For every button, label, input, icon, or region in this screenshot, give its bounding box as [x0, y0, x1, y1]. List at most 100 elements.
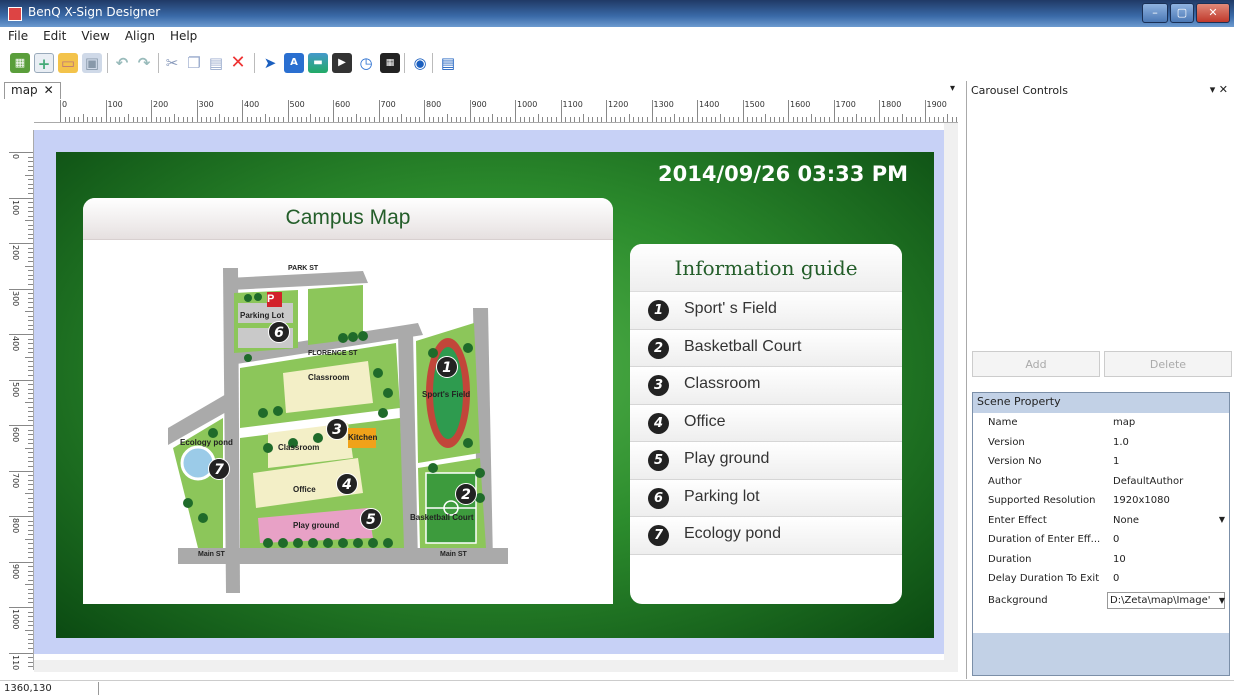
menu-view[interactable]: View: [73, 27, 116, 43]
close-button[interactable]: ✕: [1196, 3, 1230, 23]
datetime-widget[interactable]: 2014/09/26 03:33 PM: [658, 162, 908, 186]
ruler-tick: [806, 117, 808, 122]
ruler-tick: [287, 100, 289, 122]
ruler-tick: [578, 117, 580, 122]
ruler-tick: [838, 117, 840, 122]
vertical-ruler: 0 100 200 300 400 500 600 700 800 900 1000 1100: [8, 130, 34, 670]
dropdown-arrow-icon[interactable]: ▼: [1219, 515, 1225, 524]
open-folder-icon[interactable]: ▭: [58, 53, 78, 73]
ruler-tick-label: 200: [11, 245, 20, 261]
tab-list-dropdown-icon[interactable]: ▾: [950, 83, 955, 94]
minimize-button[interactable]: –: [1142, 3, 1168, 23]
cut-icon[interactable]: ✂: [162, 53, 182, 73]
qr-code-icon[interactable]: ▦: [380, 53, 400, 73]
property-row[interactable]: Version No 1: [973, 452, 1229, 472]
copy-icon[interactable]: ❐: [184, 53, 204, 73]
undo-icon[interactable]: ↶: [112, 53, 132, 73]
ruler-tick: [28, 329, 33, 331]
save-icon[interactable]: ▣: [82, 53, 102, 73]
scene-preview[interactable]: 2014/09/26 03:33 PM Campus Map P PARK ST…: [56, 152, 934, 638]
video-tool-icon[interactable]: ▶: [332, 53, 352, 73]
menu-align[interactable]: Align: [117, 27, 162, 43]
menu-edit[interactable]: Edit: [35, 27, 73, 43]
ruler-tick: [719, 114, 721, 122]
ruler-tick: [28, 388, 33, 390]
ruler-tick: [28, 347, 33, 349]
maximize-button[interactable]: ▢: [1170, 3, 1194, 23]
map-header: Campus Map: [83, 198, 613, 240]
property-value[interactable]: DefaultAuthor: [1113, 476, 1183, 487]
information-guide-panel[interactable]: Information guide 1 Sport' s Field 2 Baske…: [630, 244, 902, 604]
add-button[interactable]: Add: [972, 351, 1100, 377]
tab-close-icon[interactable]: ✕: [44, 83, 54, 97]
delete-icon[interactable]: ✕: [228, 53, 248, 73]
property-value[interactable]: None: [1113, 515, 1139, 526]
new-scene-icon[interactable]: ▦: [10, 53, 30, 73]
ruler-tick: [73, 117, 75, 122]
property-value[interactable]: 0: [1113, 534, 1119, 545]
ruler-tick: [860, 117, 862, 122]
design-canvas[interactable]: 2014/09/26 03:33 PM Campus Map P PARK ST…: [34, 130, 950, 654]
clock-tool-icon[interactable]: ◷: [356, 53, 376, 73]
redo-icon[interactable]: ↷: [134, 53, 154, 73]
property-value[interactable]: 0: [1113, 573, 1119, 584]
background-path-select[interactable]: D:\Zeta\map\Image': [1107, 591, 1225, 609]
text-tool-icon[interactable]: A: [284, 53, 304, 73]
ruler-tick: [242, 100, 243, 122]
ruler-tick: [87, 117, 89, 122]
paste-icon[interactable]: ▤: [206, 53, 226, 73]
delete-button[interactable]: Delete: [1104, 351, 1232, 377]
ruler-tick: [933, 117, 935, 122]
property-value[interactable]: 10: [1113, 554, 1126, 565]
ruler-tick: [160, 117, 162, 122]
map-panel[interactable]: Campus Map P PARK ST Parking Lot FLORENC…: [83, 198, 613, 604]
ruler-tick: [9, 516, 33, 517]
map-marker-1: 1: [436, 356, 458, 378]
ruler-tick: [301, 117, 303, 122]
menu-file[interactable]: File: [0, 27, 35, 43]
property-row[interactable]: Name map: [973, 413, 1229, 433]
menu-help[interactable]: Help: [162, 27, 204, 43]
schedule-icon[interactable]: ▤: [438, 53, 458, 73]
image-tool-icon[interactable]: ▬: [308, 53, 328, 73]
property-row[interactable]: Duration of Enter Eff... 0: [973, 530, 1229, 550]
ruler-tick: [824, 117, 826, 122]
tab-map[interactable]: map ✕: [4, 82, 61, 99]
property-row[interactable]: Duration 10: [973, 549, 1229, 569]
ruler-tick-label: 1100: [562, 100, 583, 109]
ruler-tick: [387, 117, 389, 122]
new-file-icon[interactable]: +: [34, 53, 54, 73]
property-row[interactable]: Enter Effect None ▼: [973, 510, 1229, 530]
property-value[interactable]: 1: [1113, 456, 1119, 467]
property-row[interactable]: Version 1.0: [973, 432, 1229, 452]
dropdown-arrow-icon[interactable]: ▼: [1219, 596, 1225, 605]
ruler-tick: [737, 117, 739, 122]
pointer-icon[interactable]: ➤: [260, 53, 280, 73]
property-value[interactable]: map: [1113, 417, 1135, 428]
vertical-scrollbar[interactable]: [944, 123, 958, 663]
status-bar: 1360,130: [0, 680, 1234, 695]
ruler-tick: [28, 452, 33, 454]
ruler-tick: [487, 117, 489, 122]
ruler-tick-label: 200: [153, 100, 169, 109]
property-row[interactable]: Supported Resolution 1920x1080: [973, 491, 1229, 511]
property-row[interactable]: Background D:\Zeta\map\Image' ▼: [973, 588, 1229, 613]
property-key: Version No: [988, 456, 1042, 467]
ruler-tick: [28, 297, 33, 299]
property-value[interactable]: 1920x1080: [1113, 495, 1170, 506]
property-value[interactable]: 1.0: [1113, 437, 1129, 448]
ruler-tick: [346, 117, 348, 122]
ruler-tick: [364, 117, 366, 122]
horizontal-scrollbar[interactable]: [34, 660, 958, 672]
play-preview-icon[interactable]: ◉: [410, 53, 430, 73]
info-item-label: Parking lot: [684, 487, 760, 505]
ruler-tick: [778, 117, 780, 122]
ruler-tick: [28, 616, 33, 618]
ruler-tick: [619, 117, 621, 122]
property-row[interactable]: Author DefaultAuthor: [973, 471, 1229, 491]
map-label-basketball: Basketball Court: [410, 513, 474, 522]
ruler-tick: [369, 117, 371, 122]
property-row[interactable]: Delay Duration To Exit 0: [973, 569, 1229, 589]
panel-pin-close-icons[interactable]: ▾ ✕: [1210, 83, 1228, 96]
ruler-tick: [28, 338, 33, 340]
